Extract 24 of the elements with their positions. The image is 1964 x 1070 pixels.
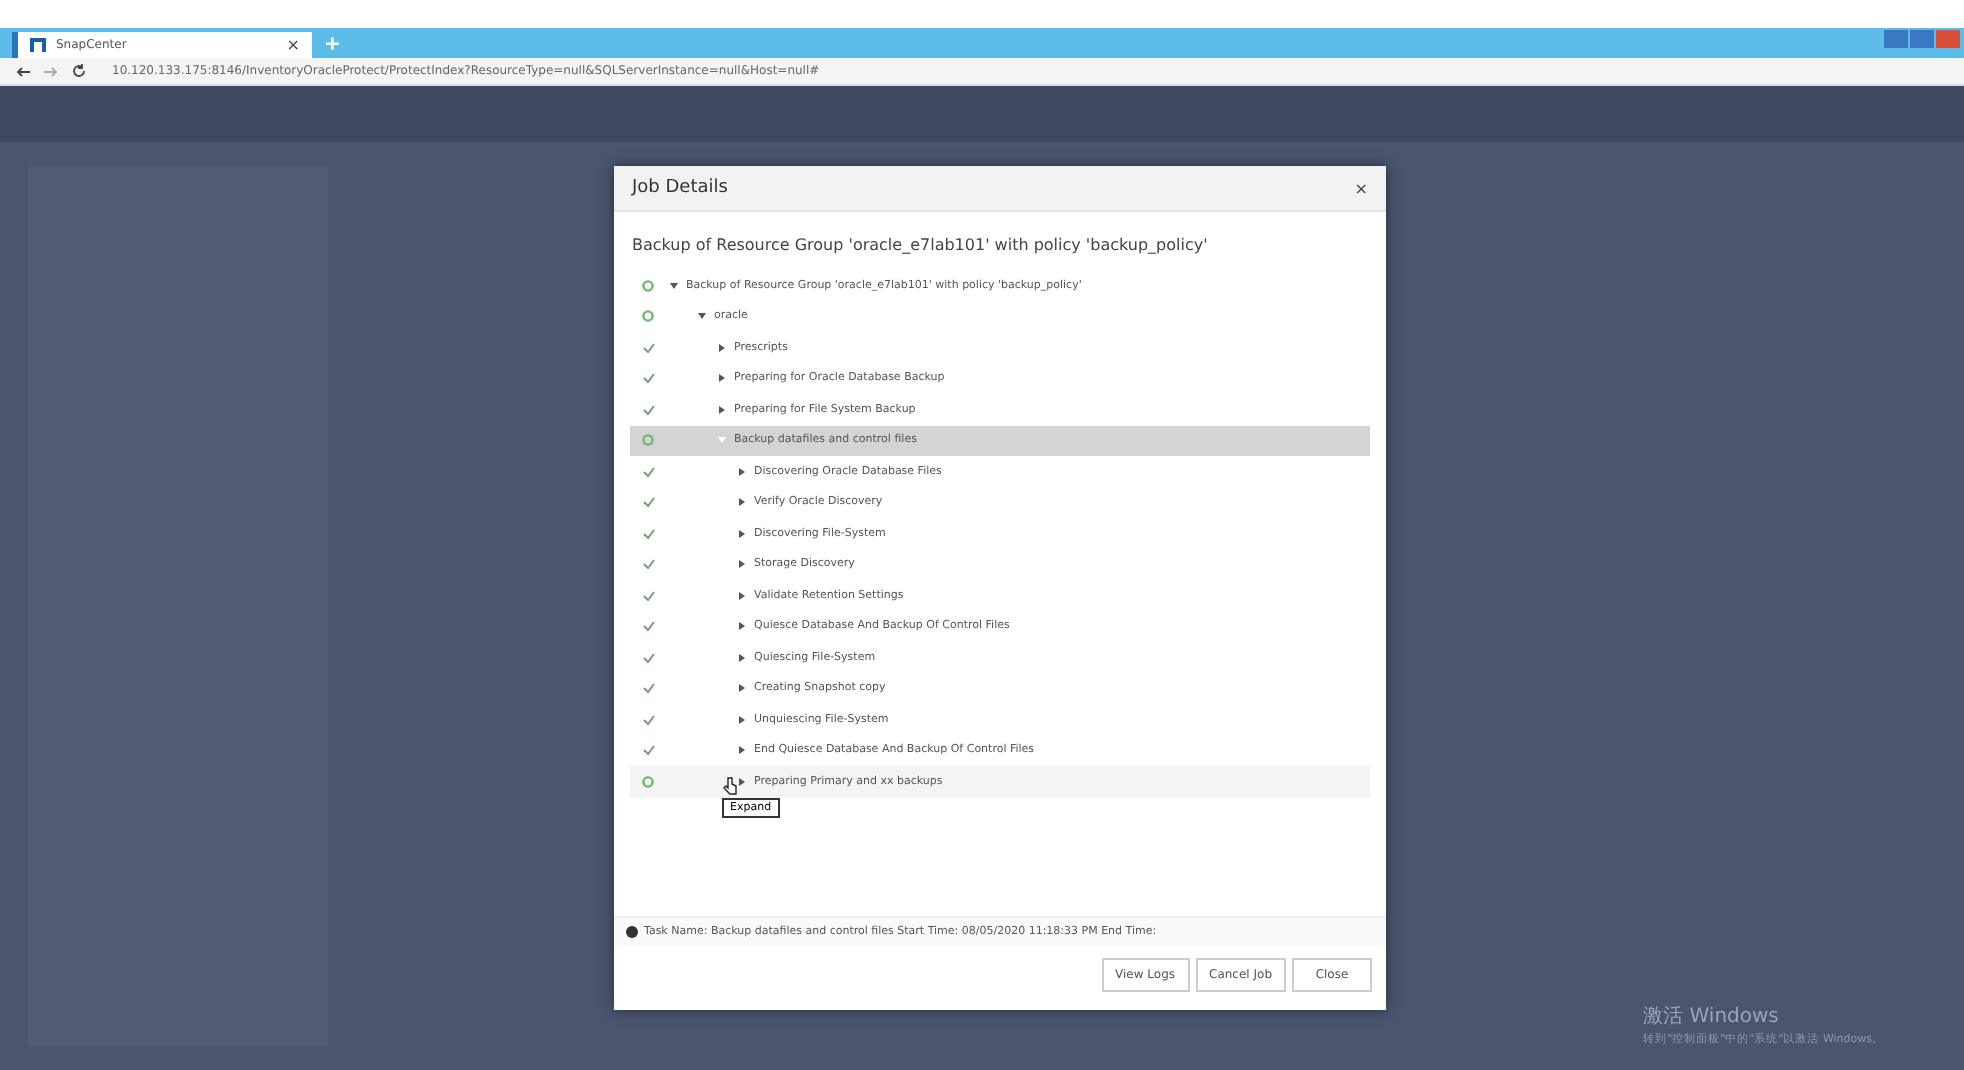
expand-caret-icon[interactable]	[738, 746, 746, 755]
expand-caret-icon[interactable]	[718, 374, 726, 383]
expand-caret-icon[interactable]	[738, 622, 746, 631]
collapse-caret-icon[interactable]	[698, 312, 706, 321]
expand-caret-icon[interactable]	[738, 653, 746, 662]
app-logo-icon	[30, 38, 46, 52]
close-icon[interactable]: ×	[1354, 179, 1368, 197]
expand-caret-icon[interactable]	[738, 591, 746, 600]
back-icon[interactable]	[16, 65, 30, 77]
expand-caret-icon[interactable]	[738, 467, 746, 476]
expand-caret-icon[interactable]	[718, 343, 726, 352]
activation-title: 激活 Windows	[1643, 1004, 1781, 1030]
expand-caret-icon[interactable]	[738, 560, 746, 569]
collapse-caret-icon[interactable]	[670, 281, 678, 290]
job-heading: Backup of Resource Group 'oracle_e7lab101' with policy 'backup_policy'	[630, 234, 1210, 258]
reload-icon[interactable]	[72, 64, 86, 78]
close-tab-button[interactable]: ×	[286, 36, 300, 54]
expand-caret-icon[interactable]	[738, 715, 746, 724]
expand-caret-icon[interactable]	[738, 529, 746, 538]
expand-caret-icon[interactable]	[738, 498, 746, 507]
expand-caret-icon[interactable]	[738, 684, 746, 693]
info-icon	[626, 926, 638, 938]
expand-caret-icon[interactable]	[718, 405, 726, 414]
dialog-title: Job Details	[632, 178, 730, 198]
